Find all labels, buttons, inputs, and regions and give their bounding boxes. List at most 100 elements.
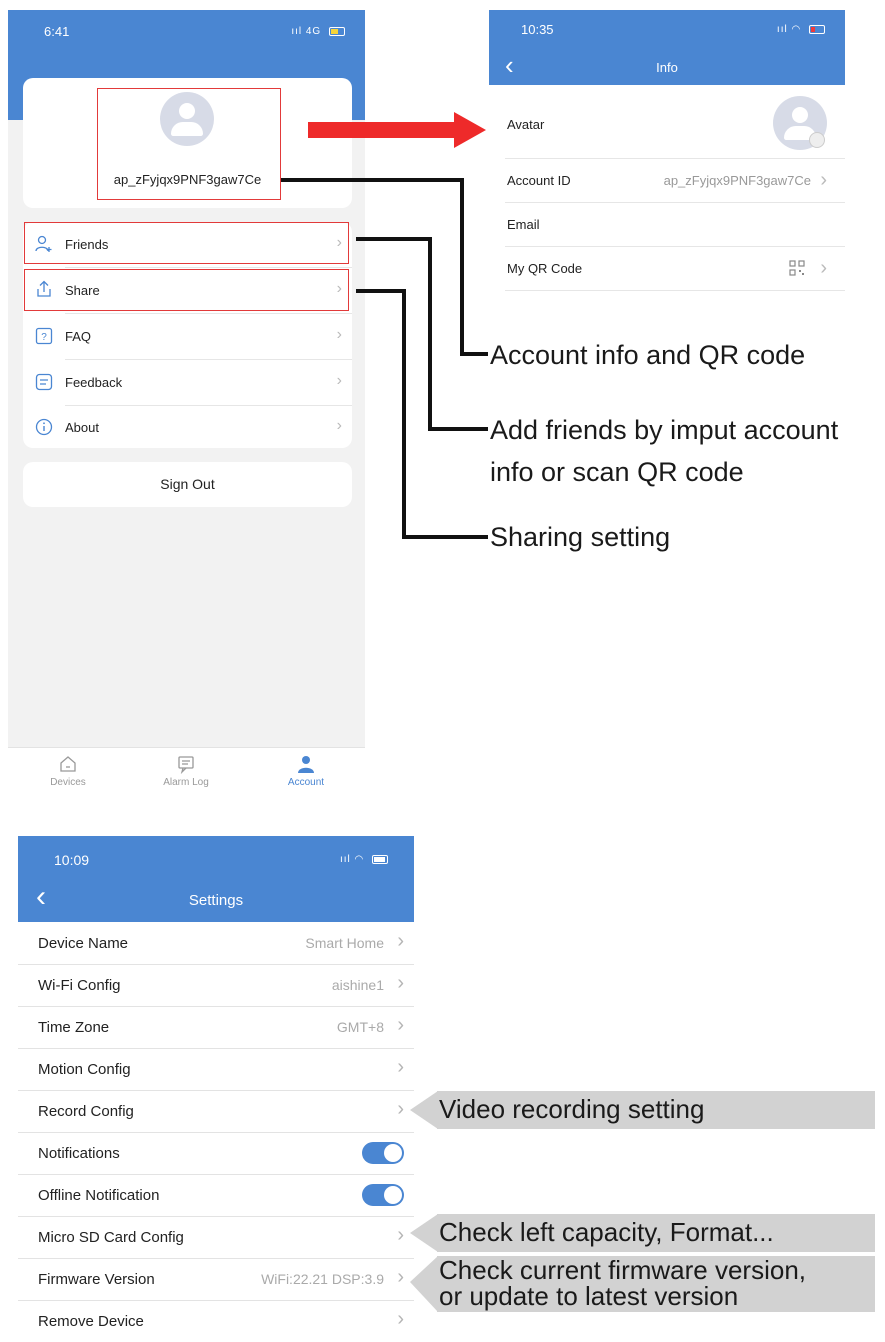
connector-line [402,289,406,539]
row-label: Wi-Fi Config [38,977,121,994]
info-row-qr-code[interactable]: My QR Code › [505,247,845,291]
settings-row-record-config[interactable]: Record Config › [18,1090,414,1133]
settings-row-firmware-version[interactable]: Firmware Version WiFi:22.21 DSP:3.9 › [18,1258,414,1301]
chevron-right-icon: › [336,372,342,389]
chevron-right-icon: › [397,1308,404,1330]
row-label: Time Zone [38,1019,110,1036]
settings-row-device-name[interactable]: Device Name Smart Home › [18,922,414,965]
home-icon [60,756,76,772]
row-label: My QR Code [507,261,583,276]
status-indicators: ııl 4G [291,26,345,37]
row-label: Email [507,217,540,232]
connector-line [428,427,488,431]
chevron-right-icon: › [397,1266,404,1288]
row-label: Remove Device [38,1313,144,1330]
annotation-add-friends-line2: info or scan QR code [490,457,744,487]
chevron-right-icon: › [820,169,827,191]
connector-line [428,237,432,431]
row-label: Offline Notification [38,1187,160,1204]
annotation-sd-card-text: Check left capacity, Format... [439,1217,774,1247]
row-value: GMT+8 [336,1019,384,1035]
settings-row-notifications: Notifications [18,1132,414,1175]
settings-row-sd-card-config[interactable]: Micro SD Card Config › [18,1216,414,1259]
annotation-firmware: Check current firmware version, or updat… [437,1256,875,1312]
qr-code-icon [789,260,805,276]
connector-line [356,237,432,241]
row-label: Account ID [507,173,571,188]
menu-item-label: Feedback [65,375,123,390]
chevron-right-icon: › [397,1224,404,1246]
svg-text:?: ? [41,332,47,343]
page-title: Info [656,60,678,75]
sign-out-label: Sign Out [160,476,215,492]
tab-devices[interactable]: Devices [28,754,108,788]
settings-row-remove-device[interactable]: Remove Device › [18,1300,414,1342]
row-label: Record Config [38,1103,134,1120]
tab-label: Devices [50,777,86,788]
battery-icon [372,854,389,864]
row-label: Avatar [507,117,545,132]
chevron-right-icon: › [397,1056,404,1078]
info-icon [35,418,53,441]
settings-row-motion-config[interactable]: Motion Config › [18,1048,414,1091]
signal-icon: ııl ◠ [340,854,365,865]
question-icon: ? [35,327,53,350]
highlight-friends [24,222,349,264]
status-time: 6:41 [44,24,70,39]
annotation-account-info: Account info and QR code [490,340,806,370]
menu-item-about[interactable]: About › [23,406,352,448]
highlight-share [24,269,349,311]
menu-item-label: About [65,420,99,435]
settings-row-wifi-config[interactable]: Wi-Fi Config aishine1 › [18,964,414,1007]
menu-item-faq[interactable]: ? FAQ › [23,314,352,359]
feedback-icon [35,373,53,396]
tab-alarm-log[interactable]: Alarm Log [146,754,226,788]
settings-header [18,836,414,922]
offline-notification-toggle[interactable] [362,1184,404,1206]
status-time: 10:35 [521,22,554,37]
annotation-sd-card: Check left capacity, Format... [437,1214,875,1252]
annotation-firmware-line2: or update to latest version [439,1281,739,1311]
row-value: WiFi:22.21 DSP:3.9 [261,1271,384,1287]
tab-account[interactable]: Account [266,754,346,788]
avatar-head-icon [792,107,808,123]
annotation-record-text: Video recording setting [439,1094,705,1124]
row-value: aishine1 [331,977,384,993]
arrow-right-icon [308,112,486,148]
status-indicators: ııl ◠ [340,854,389,865]
info-row-avatar[interactable]: Avatar [505,90,845,159]
highlight-profile [97,88,281,200]
chevron-right-icon: › [397,972,404,994]
info-screen: 10:35 ııl ◠ ‹ Info Avatar Account ID ap_… [489,10,845,292]
row-label: Notifications [38,1145,120,1162]
chevron-right-icon: › [397,1014,404,1036]
chevron-right-icon: › [397,1098,404,1120]
chevron-right-icon: › [336,326,342,343]
annotation-record: Video recording setting [437,1091,875,1129]
annotation-add-friends-line1: Add friends by imput account [490,415,839,445]
row-label: Micro SD Card Config [38,1229,184,1246]
notifications-toggle[interactable] [362,1142,404,1164]
connector-line [460,352,488,356]
menu-item-feedback[interactable]: Feedback › [23,360,352,405]
info-row-email[interactable]: Email [505,203,845,247]
annotation-firmware-line1: Check current firmware version, [439,1255,806,1285]
battery-icon [329,26,345,36]
chevron-right-icon: › [820,257,827,279]
connector-line [356,289,406,293]
status-indicators: ııl ◠ [777,24,825,35]
tab-bar: Devices Alarm Log Account [8,747,365,811]
account-id-value: ap_zFyjqx9PNF3gaw7Ce [663,173,811,188]
network-label: 4G [305,26,322,37]
row-label: Firmware Version [38,1271,155,1288]
chevron-right-icon: › [397,930,404,952]
row-label: Motion Config [38,1061,131,1078]
info-row-account-id[interactable]: Account ID ap_zFyjqx9PNF3gaw7Ce › [505,159,845,203]
person-icon [298,756,314,773]
annotation-sharing: Sharing setting [490,522,671,552]
connector-line [402,535,488,539]
settings-row-time-zone[interactable]: Time Zone GMT+8 › [18,1006,414,1049]
callout-pointer [410,1214,438,1252]
row-label: Device Name [38,935,129,952]
sign-out-button[interactable]: Sign Out [23,462,352,507]
